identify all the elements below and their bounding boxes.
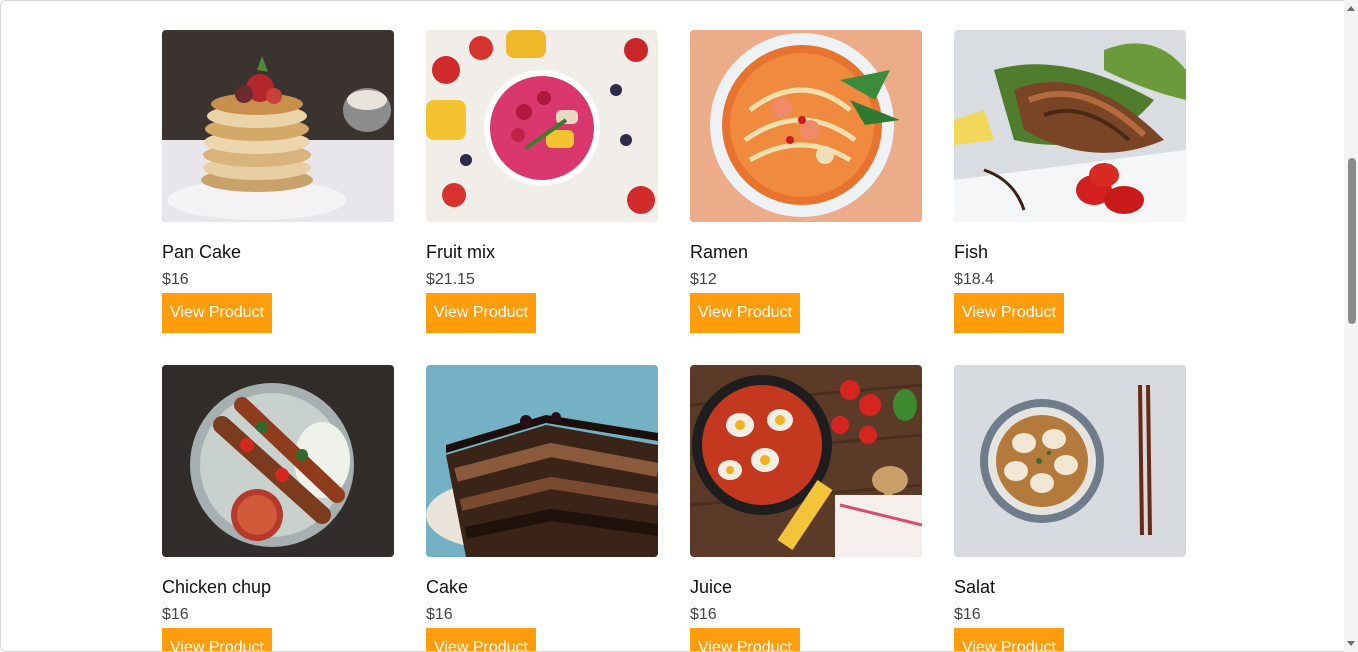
product-price: $16 bbox=[162, 271, 189, 288]
product-price: $16 bbox=[954, 606, 981, 623]
product-name: Fish bbox=[954, 242, 989, 262]
product-card: Ramen $12 View Product bbox=[690, 30, 922, 333]
product-name: Juice bbox=[690, 577, 733, 597]
product-name: Chicken chup bbox=[162, 577, 272, 597]
product-card: Pan Cake $16 View Product bbox=[162, 30, 394, 333]
product-card: Juice $16 View Product bbox=[690, 365, 922, 651]
view-product-button[interactable]: View Product bbox=[162, 293, 272, 333]
product-price: $12 bbox=[690, 271, 717, 288]
pancake-image bbox=[162, 30, 394, 222]
product-image[interactable] bbox=[162, 30, 394, 222]
view-product-button[interactable]: View Product bbox=[954, 628, 1064, 651]
view-product-button[interactable]: View Product bbox=[690, 628, 800, 651]
product-image[interactable] bbox=[690, 365, 922, 557]
view-product-button[interactable]: View Product bbox=[426, 293, 536, 333]
product-card: Fish $18.4 View Product bbox=[954, 30, 1186, 333]
product-price: $18.4 bbox=[954, 271, 995, 288]
product-card: Cake $16 View Product bbox=[426, 365, 658, 651]
product-image[interactable] bbox=[426, 365, 658, 557]
view-product-button[interactable]: View Product bbox=[954, 293, 1064, 333]
view-product-button[interactable]: View Product bbox=[690, 293, 800, 333]
product-image[interactable] bbox=[954, 30, 1186, 222]
page-frame: Pan Cake $16 View Product Fruit mix $21.… bbox=[0, 0, 1358, 652]
product-image[interactable] bbox=[162, 365, 394, 557]
scrollbar-thumb[interactable] bbox=[1348, 158, 1356, 324]
product-card: Salat $16 View Product bbox=[954, 365, 1186, 651]
product-name: Fruit mix bbox=[426, 242, 495, 262]
fish-image bbox=[954, 30, 1186, 222]
chocolate-cake-image bbox=[426, 365, 658, 557]
product-card: Chicken chup $16 View Product bbox=[162, 365, 394, 651]
view-product-button[interactable]: View Product bbox=[162, 628, 272, 651]
product-name: Ramen bbox=[690, 242, 749, 262]
product-grid: Pan Cake $16 View Product Fruit mix $21.… bbox=[162, 30, 1186, 651]
product-price: $16 bbox=[426, 606, 453, 623]
product-price: $16 bbox=[162, 606, 189, 623]
product-image[interactable] bbox=[954, 365, 1186, 557]
chicken-skewers-image bbox=[162, 365, 394, 557]
vertical-scrollbar[interactable] bbox=[1344, 0, 1358, 652]
product-card: Fruit mix $21.15 View Product bbox=[426, 30, 658, 333]
product-price: $16 bbox=[690, 606, 717, 623]
scroll-down-arrow-icon[interactable] bbox=[1347, 641, 1355, 646]
product-name: Cake bbox=[426, 577, 469, 597]
shakshuka-pan-image bbox=[690, 365, 922, 557]
product-image[interactable] bbox=[426, 30, 658, 222]
product-price: $21.15 bbox=[426, 271, 475, 288]
product-image[interactable] bbox=[690, 30, 922, 222]
view-product-button[interactable]: View Product bbox=[426, 628, 536, 651]
scroll-up-arrow-icon[interactable] bbox=[1347, 6, 1355, 11]
ramen-image bbox=[690, 30, 922, 222]
product-name: Pan Cake bbox=[162, 242, 242, 262]
product-name: Salat bbox=[954, 577, 996, 597]
fruit-bowl-image bbox=[426, 30, 658, 222]
dumpling-soup-image bbox=[954, 365, 1186, 557]
